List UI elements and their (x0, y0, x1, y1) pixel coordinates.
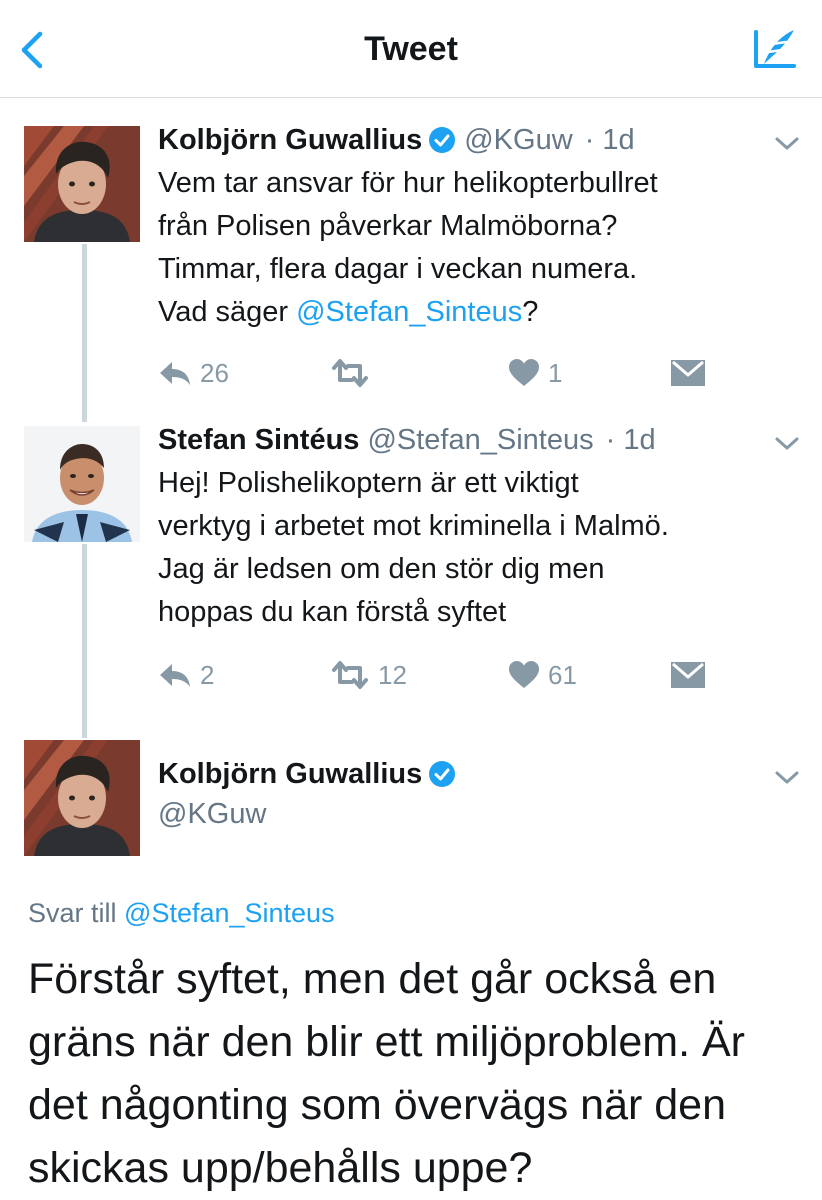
like-button[interactable]: 61 (508, 658, 577, 692)
tweet-menu-button[interactable] (772, 434, 802, 454)
verified-badge-icon (429, 127, 456, 153)
author-handle[interactable]: @KGuw (464, 124, 572, 156)
tweet-menu-button[interactable] (772, 134, 802, 154)
author-name[interactable]: Stefan Sintéus (158, 424, 359, 456)
reply-to-label: Svar till (28, 898, 125, 928)
reply-count: 26 (200, 357, 229, 388)
top-navigation-bar: Tweet (0, 0, 822, 98)
avatar[interactable] (24, 426, 140, 542)
tweet-text-line: Förstår syftet, men det går också en (28, 955, 717, 1003)
compose-tweet-button[interactable] (748, 24, 802, 76)
tweet-time: · 1d (584, 124, 635, 156)
avatar[interactable] (24, 126, 140, 242)
main-tweet-header: Kolbjörn Guwallius (158, 758, 456, 791)
tweet-text: Hej! Polishelikoptern är ett viktigt ver… (158, 462, 798, 634)
tweet-header: Kolbjörn Guwallius @KGuw · 1d (158, 124, 635, 157)
compose-tweet-icon (754, 30, 796, 68)
author-handle[interactable]: @KGuw (158, 798, 266, 831)
heart-icon (509, 661, 539, 688)
author-name[interactable]: Kolbjörn Guwallius (158, 124, 422, 156)
verified-badge-icon (429, 761, 456, 787)
tweet-text-line: Jag är ledsen om den stör dig men (158, 553, 605, 585)
tweet-text: Vem tar ansvar för hur helikopterbullret… (158, 162, 798, 334)
tweet-actions: 26 1 (158, 356, 718, 390)
chevron-down-icon (775, 771, 799, 784)
tweet-text-line: Vem tar ansvar för hur helikopterbullret (158, 167, 658, 199)
tweet-time: · 1d (605, 424, 656, 456)
author-name[interactable]: Kolbjörn Guwallius (158, 758, 422, 790)
main-tweet-text: Förstår syftet, men det går också en grä… (28, 948, 808, 1200)
like-button[interactable]: 1 (508, 356, 562, 390)
reply-icon (160, 664, 190, 687)
tweet-text-line: Vad säger @Stefan_Sinteus? (158, 291, 798, 334)
retweet-button[interactable] (330, 356, 378, 390)
reply-count: 2 (200, 659, 215, 690)
direct-message-button[interactable] (670, 658, 706, 692)
thread-connector-line (82, 244, 87, 422)
chevron-down-icon (775, 137, 799, 150)
reply-button[interactable]: 2 (158, 658, 214, 692)
envelope-icon (671, 360, 705, 386)
retweet-button[interactable]: 12 (330, 658, 407, 692)
retweet-count: 12 (378, 659, 407, 690)
like-count: 1 (548, 357, 563, 388)
tweet-header: Stefan Sintéus @Stefan_Sinteus · 1d (158, 424, 656, 457)
mention-link[interactable]: @Stefan_Sinteus (296, 296, 522, 328)
reply-icon (160, 362, 190, 385)
like-count: 61 (548, 659, 577, 690)
avatar[interactable] (24, 740, 140, 856)
tweet-text-line: skickas upp/behålls uppe? (28, 1144, 533, 1192)
tweet-text-line: gräns när den blir ett miljöproblem. Är (28, 1018, 745, 1066)
mention-link[interactable]: @Stefan_Sinteus (124, 898, 335, 928)
page-title: Tweet (364, 30, 458, 68)
chevron-down-icon (775, 437, 799, 450)
tweet-text-line: Hej! Polishelikoptern är ett viktigt (158, 467, 579, 499)
tweet-text-line: verktyg i arbetet mot kriminella i Malmö… (158, 510, 669, 542)
tweet-text-line: Timmar, flera dagar i veckan numera. (158, 253, 638, 285)
tweet-text-line: det någonting som övervägs när den (28, 1081, 727, 1129)
heart-icon (509, 359, 539, 386)
envelope-icon (671, 662, 705, 688)
retweet-icon (332, 661, 368, 689)
thread-connector-line (82, 544, 87, 738)
retweet-icon (332, 359, 368, 387)
tweet-text-line: hoppas du kan förstå syftet (158, 596, 507, 628)
reply-context: Svar till @Stefan_Sinteus (28, 898, 335, 929)
tweet-actions: 2 12 61 (158, 658, 718, 692)
direct-message-button[interactable] (670, 356, 706, 390)
tweet-text-line: från Polisen påverkar Malmöborna? (158, 210, 618, 242)
author-handle[interactable]: @Stefan_Sinteus (367, 424, 593, 456)
tweet-menu-button[interactable] (772, 768, 802, 788)
tweet-text-segment: ? (522, 296, 539, 328)
tweet-text-segment: Vad säger (158, 296, 297, 328)
reply-button[interactable]: 26 (158, 356, 229, 390)
